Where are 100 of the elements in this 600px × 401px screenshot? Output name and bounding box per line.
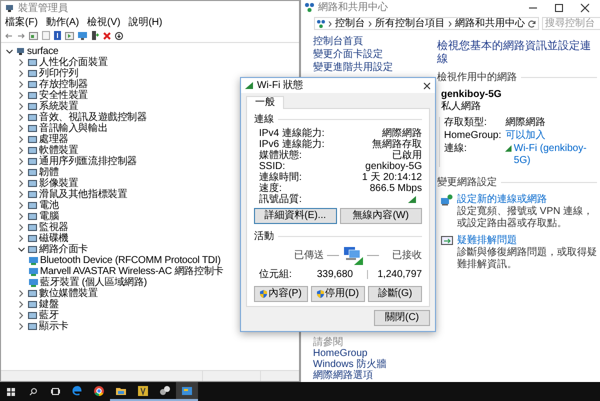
see-also-link[interactable]: 網際網路選項 — [313, 370, 437, 381]
sidebar-link[interactable]: 變更進階共用設定 — [313, 62, 437, 74]
tree-item[interactable]: 藍牙 — [39, 310, 59, 321]
tree-item[interactable]: 系統裝置 — [39, 101, 78, 112]
tree-item[interactable]: 列印佇列 — [39, 68, 78, 79]
activity-button[interactable]: 停用(D) — [311, 286, 365, 302]
property-label: HomeGroup: — [444, 130, 502, 142]
help-book-icon[interactable] — [54, 31, 61, 40]
network-category: 私人網路 — [441, 101, 482, 113]
forward-icon[interactable] — [17, 32, 25, 40]
section-heading: 變更網路設定 — [437, 176, 497, 190]
search-field[interactable]: 搜尋控制台 — [542, 17, 600, 30]
tree-item[interactable]: 安全性裝置 — [39, 90, 88, 101]
homegroup-link[interactable]: 可以加入 — [505, 130, 597, 142]
chevron-icon[interactable] — [448, 20, 452, 26]
download-icon[interactable] — [115, 32, 123, 40]
window-title: 網路和共用中心 — [318, 0, 389, 15]
tree-item[interactable]: 韌體 — [39, 167, 59, 178]
wireless-properties-button[interactable]: 無線內容(W) — [340, 208, 422, 224]
received-label: 已接收 — [391, 248, 422, 263]
search-icon[interactable] — [29, 388, 37, 396]
chevron-icon[interactable] — [368, 20, 372, 26]
field-value: 1 天 20:14:12 — [362, 172, 422, 183]
field-label: IPv4 連線能力: — [259, 128, 325, 139]
breadcrumb-item[interactable]: 所有控制台項目 — [375, 18, 445, 29]
details-button[interactable]: 詳細資料(E)... — [254, 208, 336, 224]
e-browser-icon[interactable] — [71, 384, 83, 396]
tree-item[interactable]: 電池 — [39, 200, 59, 211]
property-label: 連線: — [444, 143, 468, 156]
shield-icon — [260, 290, 268, 298]
device-icon — [29, 267, 38, 276]
tree-item[interactable]: 通用序列匯流排控制器 — [39, 156, 138, 167]
sidebar-link[interactable]: 控制台首頁 — [313, 36, 437, 48]
menu-item[interactable]: 動作(A) — [46, 17, 80, 28]
tree-item[interactable]: 影像裝置 — [39, 178, 78, 189]
tree-item[interactable]: 處理器 — [39, 134, 68, 145]
tree-item[interactable]: 藍牙裝置 (個人區域網路) — [40, 277, 147, 288]
computer-icon — [16, 47, 25, 56]
tree-item[interactable]: 顯示卡 — [39, 321, 68, 332]
field-label: 媒體狀態: — [259, 150, 302, 161]
tree-item[interactable]: 滑鼠及其他指標裝置 — [39, 189, 128, 200]
window-icon[interactable] — [29, 32, 38, 40]
tree-item[interactable]: 電腦 — [39, 211, 59, 222]
field-label: 連線時間: — [259, 172, 302, 183]
connection-link[interactable]: Wi-Fi (genkiboy-5G) — [514, 143, 597, 167]
delete-icon[interactable] — [103, 32, 111, 40]
device-icon — [29, 256, 38, 265]
see-also-link[interactable]: HomeGroup — [313, 348, 437, 359]
task-view-icon[interactable] — [50, 388, 60, 395]
letter-app-icon[interactable] — [137, 384, 149, 396]
section-heading: 檢視作用中的網路 — [437, 70, 517, 85]
field-label: 訊號品質: — [259, 194, 302, 205]
close-button[interactable]: 關閉(C) — [374, 310, 430, 326]
control-panel-icon[interactable] — [181, 384, 193, 396]
refresh-icon[interactable] — [528, 20, 536, 28]
section-label: 請參閱 — [313, 337, 344, 348]
window-icon[interactable] — [65, 32, 74, 40]
tree-item[interactable]: 音訊輸入與輸出 — [39, 123, 108, 134]
activity-button[interactable]: 內容(P) — [254, 286, 308, 302]
shield-icon — [317, 290, 324, 298]
menu-item[interactable]: 檔案(F) — [5, 17, 38, 28]
tree-item[interactable]: 音效、視訊及遊戲控制器 — [39, 112, 147, 123]
activity-button[interactable]: 診斷(G) — [368, 286, 422, 302]
network-name: genkiboy-5G — [441, 89, 503, 101]
tree-item[interactable]: 存放控制器 — [39, 79, 88, 90]
menu-item[interactable]: 說明(H) — [128, 17, 162, 28]
tree-item[interactable]: 軟體裝置 — [39, 145, 78, 156]
tree-item[interactable]: surface — [27, 46, 58, 57]
network-icon — [317, 20, 325, 28]
breadcrumb-item[interactable]: 控制台 — [335, 18, 365, 29]
tree-item[interactable]: 監視器 — [39, 222, 68, 233]
address-bar[interactable]: 控制台 所有控制台項目 網路和共用中心 — [314, 17, 539, 30]
see-also-link[interactable]: Windows 防火牆 — [313, 359, 437, 370]
back-icon[interactable] — [5, 32, 13, 40]
tree-item[interactable]: 數位媒體裝置 — [39, 288, 98, 299]
new-connection-icon — [441, 194, 453, 206]
menu-item[interactable]: 檢視(V) — [87, 17, 120, 28]
chevron-icon[interactable] — [328, 20, 332, 26]
round-browser-icon[interactable] — [93, 384, 105, 396]
close-icon[interactable] — [423, 82, 431, 90]
tree-item[interactable]: 磁碟機 — [39, 233, 68, 244]
property-value: 網際網路 — [505, 117, 546, 129]
task-description: 設定寬頻、撥號或 VPN 連線，或設定路由器或存取點。 — [457, 206, 594, 230]
add-device-icon[interactable] — [91, 31, 99, 40]
sidebar-link[interactable]: 變更介面卡設定 — [313, 49, 437, 61]
sent-bytes-value: 339,680 — [316, 268, 354, 282]
windows-logo-icon[interactable] — [7, 388, 15, 396]
task-description: 診斷與修復網路問題，或取得疑難排解資訊。 — [457, 247, 597, 271]
signal-icon — [505, 145, 512, 152]
tab[interactable]: 一般 — [246, 96, 284, 109]
task-link[interactable]: 疑難排解問題 — [457, 235, 597, 247]
tree-item[interactable]: 鍵盤 — [39, 299, 59, 310]
tree-item[interactable]: Marvell AVASTAR Wireless-AC 網路控制卡 — [40, 266, 224, 277]
network-computers-icon — [342, 246, 364, 266]
breadcrumb-item[interactable]: 網路和共用中心 — [455, 18, 525, 29]
task-link[interactable]: 設定新的連線或網路 — [457, 194, 597, 206]
tree-item[interactable]: 網路介面卡 — [39, 244, 88, 255]
tree-item[interactable]: Bluetooth Device (RFCOMM Protocol TDI) — [40, 255, 221, 266]
monitor-icon[interactable] — [78, 31, 87, 40]
tree-item[interactable]: 人性化介面裝置 — [39, 57, 108, 68]
